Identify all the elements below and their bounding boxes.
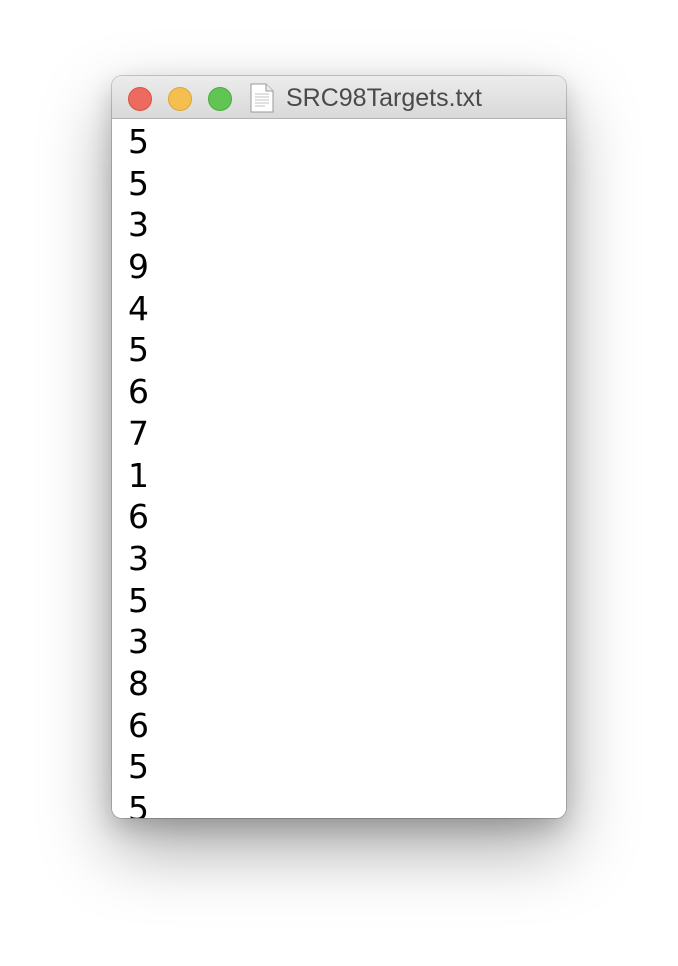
document-line: 3: [128, 622, 149, 662]
document-line: 1: [128, 455, 149, 495]
close-button[interactable]: [128, 87, 152, 111]
document-line: 5: [128, 330, 149, 370]
document-content[interactable]: 55394567163538655: [112, 119, 566, 818]
document-line: 7: [128, 413, 149, 453]
text-viewer-window: SRC98Targets.txt 55394567163538655: [112, 76, 566, 818]
document-line: 9: [128, 247, 149, 287]
document-line: 3: [128, 538, 149, 578]
document-line: 6: [128, 705, 149, 745]
document-line: 4: [128, 288, 149, 328]
document-line: 6: [128, 372, 149, 412]
window-titlebar[interactable]: SRC98Targets.txt: [112, 76, 566, 119]
document-line: 3: [128, 205, 149, 245]
document-line: 5: [128, 789, 149, 818]
document-line: 6: [128, 497, 149, 537]
zoom-button[interactable]: [208, 87, 232, 111]
document-line: 8: [128, 663, 149, 703]
text-document-icon: [250, 83, 274, 113]
document-lines: 55394567163538655: [128, 121, 149, 818]
document-line: 5: [128, 122, 149, 161]
document-line: 5: [128, 163, 149, 203]
window-title: SRC98Targets.txt: [286, 84, 482, 112]
minimize-button[interactable]: [168, 87, 192, 111]
document-line: 5: [128, 580, 149, 620]
document-line: 5: [128, 747, 149, 787]
